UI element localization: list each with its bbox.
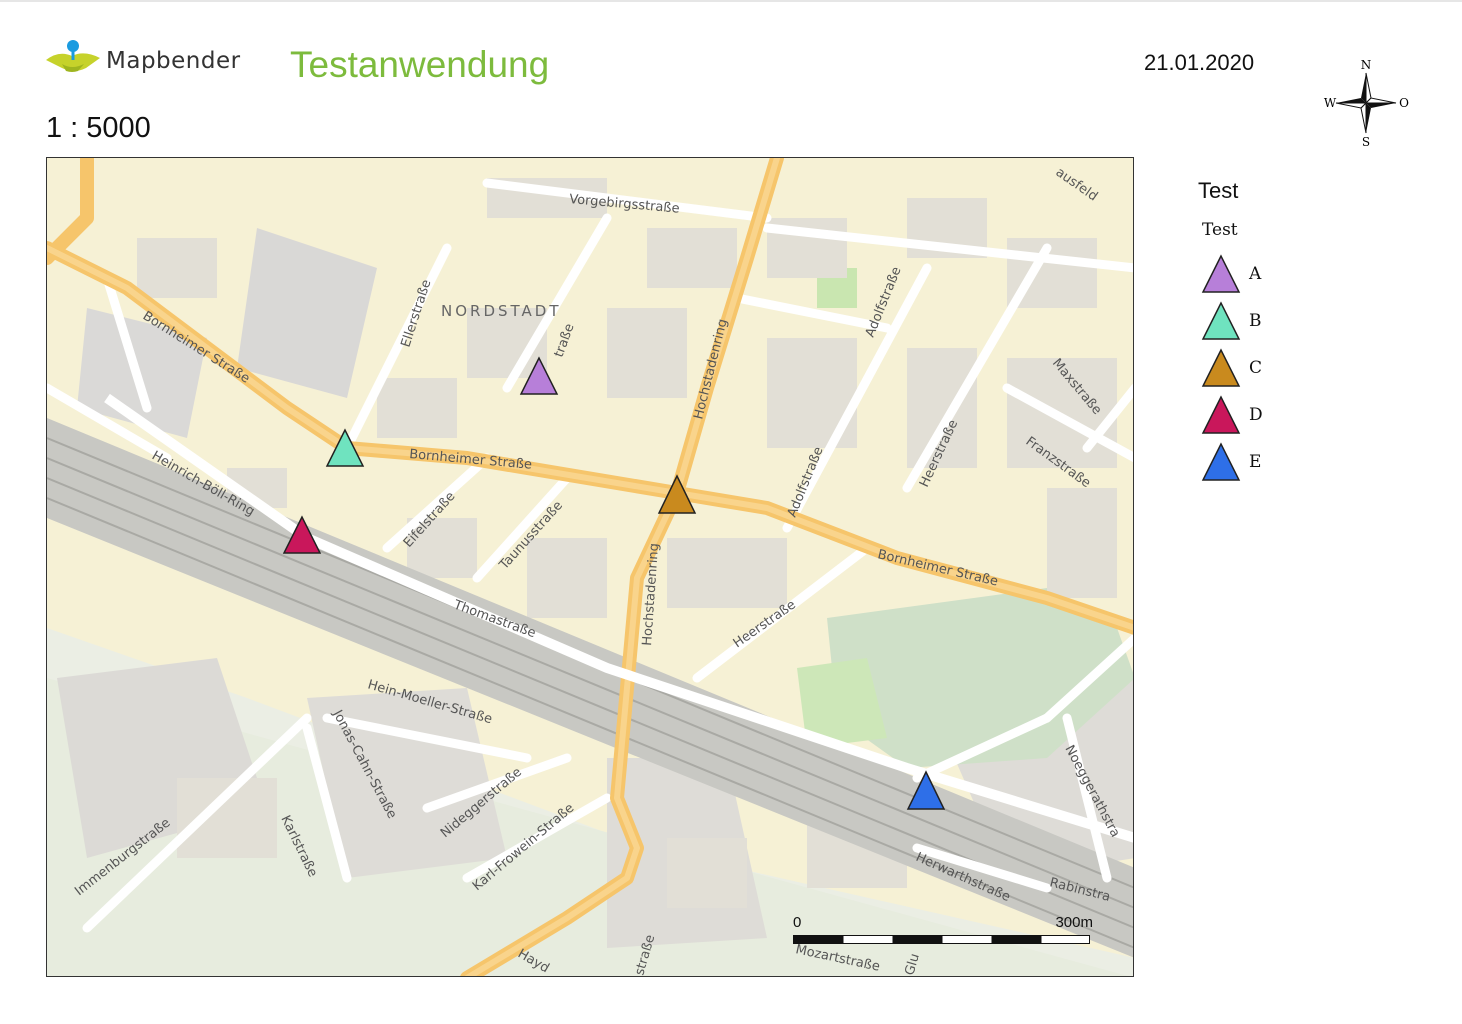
page-title: Testanwendung: [290, 44, 550, 85]
triangle-icon: [1201, 442, 1241, 481]
compass-west: W: [1324, 96, 1337, 110]
district-label: NORDSTADT: [441, 302, 562, 320]
legend-title: Test: [1198, 178, 1239, 203]
map-scale: 1 : 5000: [46, 112, 151, 144]
legend-item-a: A: [1198, 254, 1398, 301]
triangle-icon: [1201, 348, 1241, 387]
compass-south: S: [1362, 135, 1370, 149]
triangle-icon: [1201, 395, 1241, 434]
logo-text: Mapbender: [106, 48, 241, 74]
scalebar-end-label: 300m: [1055, 914, 1093, 931]
legend-item-b: B: [1198, 301, 1398, 348]
legend-label: A: [1249, 264, 1262, 284]
legend-item-d: D: [1198, 395, 1398, 442]
triangle-icon: [1201, 254, 1241, 293]
print-date: 21.01.2020: [1144, 50, 1255, 75]
compass-north: N: [1361, 58, 1372, 72]
legend-subtitle: Test: [1202, 220, 1238, 240]
logo-icon: [46, 40, 100, 72]
scalebar-start-label: 0: [793, 914, 802, 931]
compass-rose-icon: N S W O: [1318, 55, 1414, 151]
compass-east: O: [1399, 96, 1409, 110]
mapbender-logo: Mapbender: [44, 38, 254, 82]
map-scalebar: 0 300m: [793, 914, 1093, 954]
triangle-icon: [1201, 301, 1241, 340]
top-border: [0, 0, 1462, 2]
legend: Test Test A B C D E: [1198, 178, 1398, 489]
map-canvas[interactable]: Vorgebirgsstraße Bornheimer Straße Bornh…: [47, 158, 1134, 977]
legend-label: B: [1249, 311, 1262, 331]
legend-item-e: E: [1198, 442, 1398, 489]
scalebar-graphic: [793, 935, 1090, 944]
legend-item-c: C: [1198, 348, 1398, 395]
map-frame[interactable]: Vorgebirgsstraße Bornheimer Straße Bornh…: [46, 157, 1134, 977]
legend-label: C: [1249, 358, 1263, 378]
legend-label: D: [1249, 405, 1263, 425]
legend-label: E: [1249, 452, 1262, 472]
